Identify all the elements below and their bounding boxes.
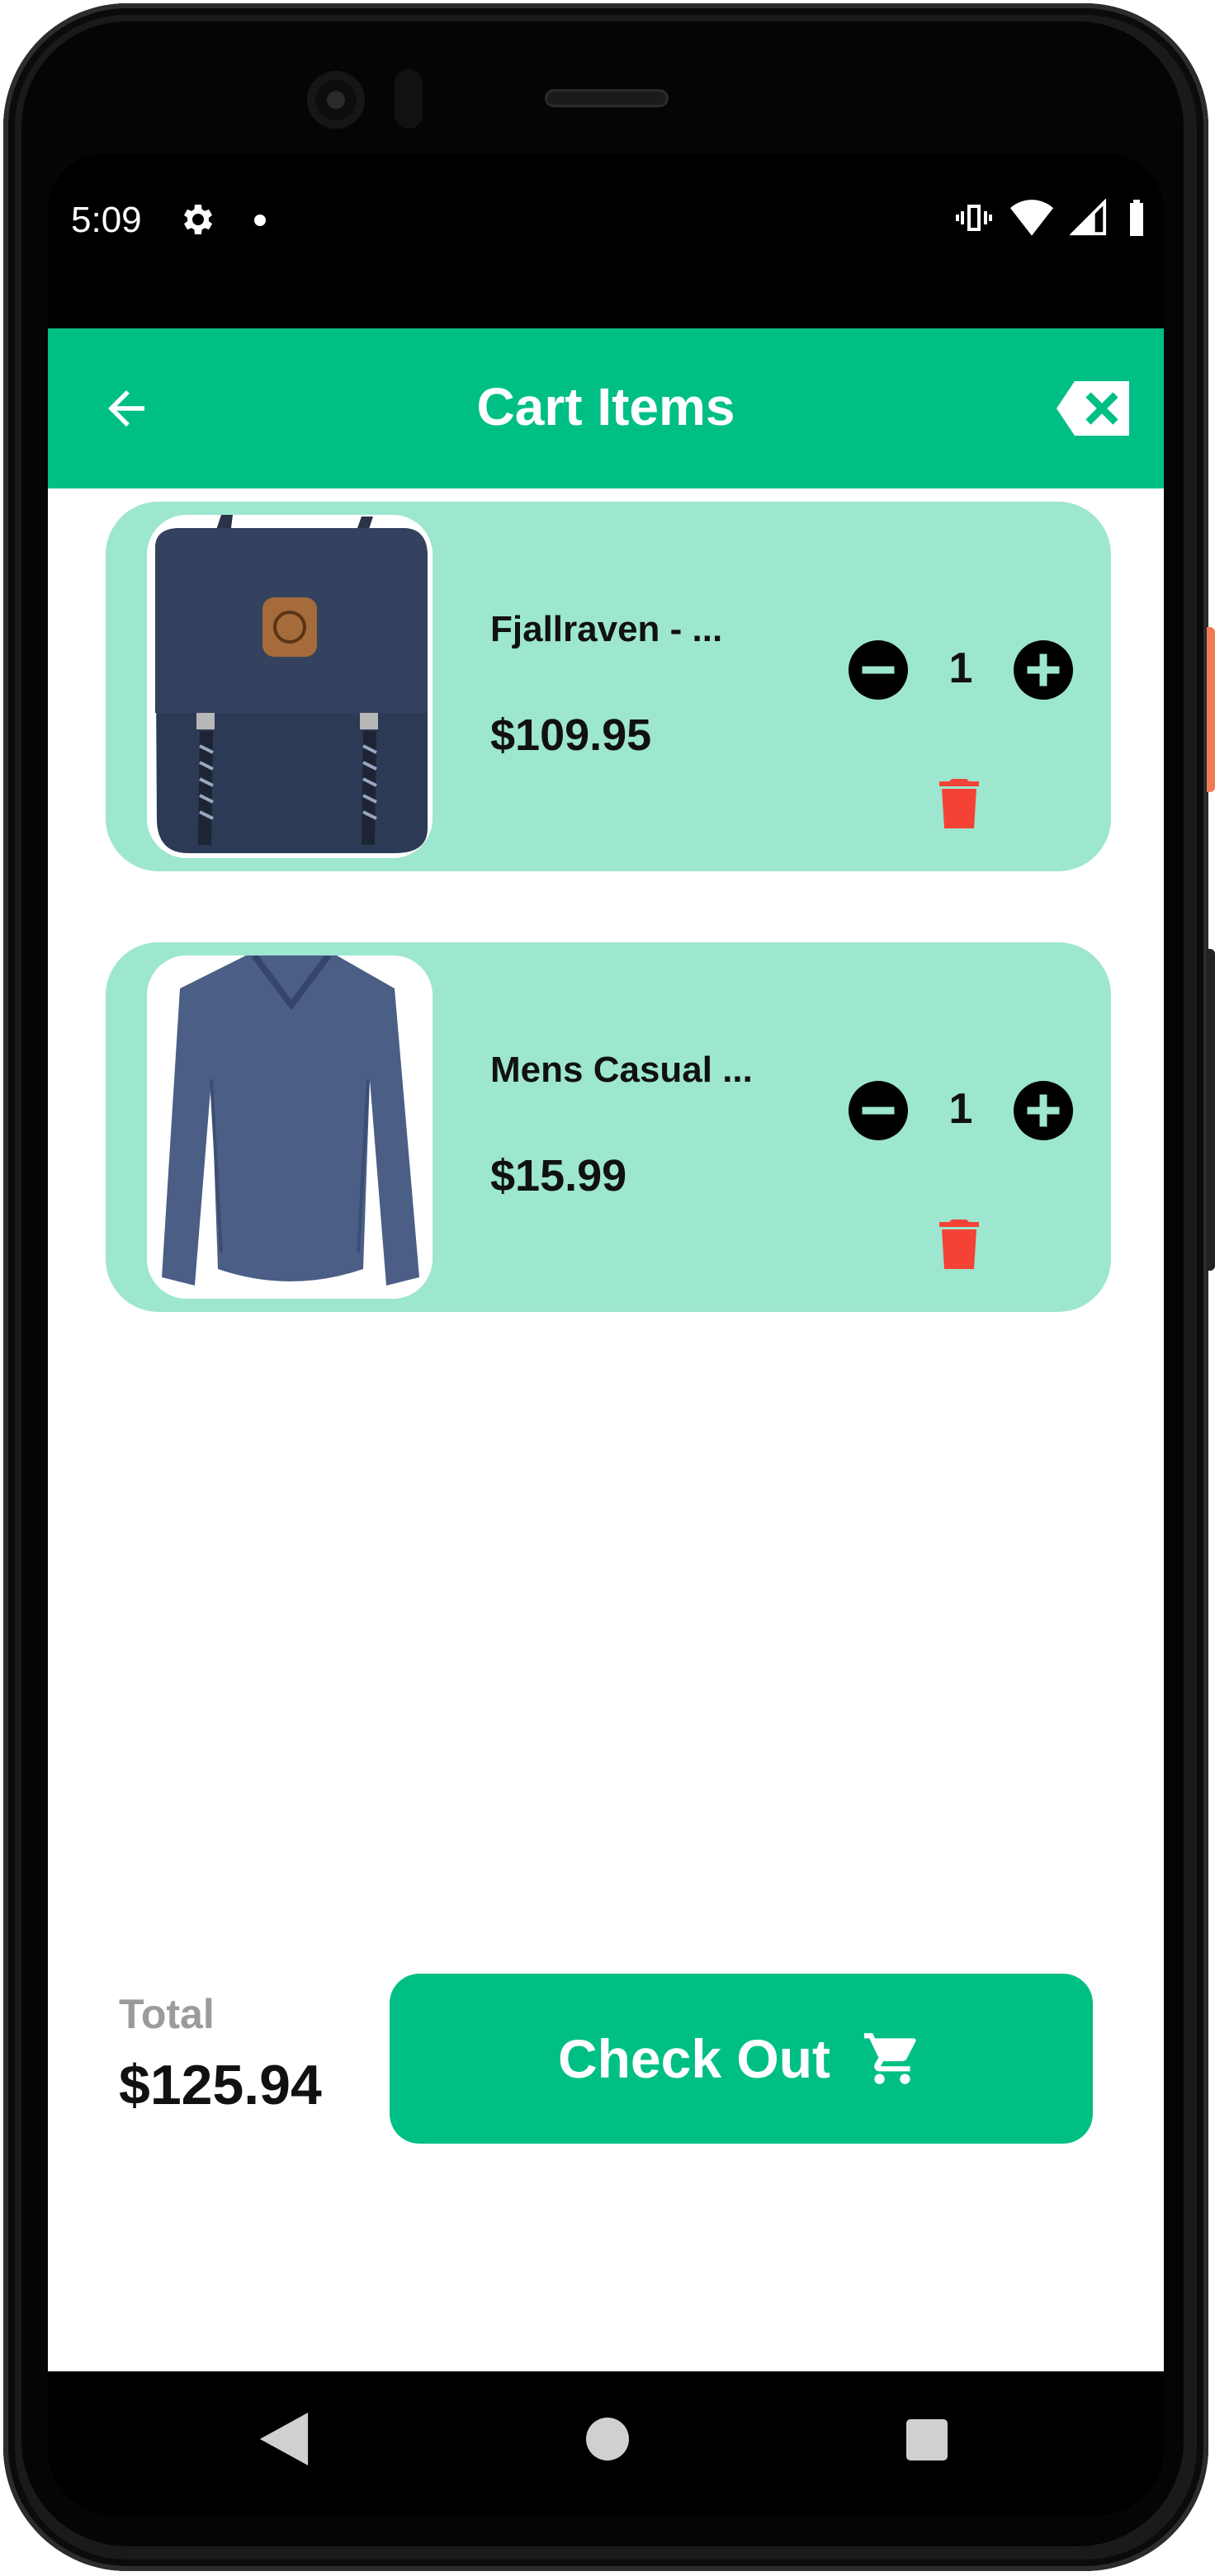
battery-icon	[1130, 200, 1143, 236]
checkout-label: Check Out	[557, 2028, 831, 2089]
vibrate-icon	[956, 205, 992, 231]
nav-home-icon[interactable]	[586, 2418, 629, 2460]
trash-icon[interactable]	[939, 779, 979, 828]
total-label: Total	[119, 1991, 215, 2037]
volume-button	[1207, 949, 1215, 1271]
wifi-icon	[1010, 200, 1053, 236]
system-nav-bar	[48, 2371, 1164, 2515]
cart-item[interactable]: Mens Casual ... $15.99 1	[106, 942, 1111, 1312]
checkout-button[interactable]: Check Out	[390, 1974, 1093, 2144]
gear-icon	[184, 205, 212, 234]
minus-circle-icon[interactable]	[849, 640, 908, 700]
trash-icon[interactable]	[939, 1220, 979, 1269]
item-price: $109.95	[490, 710, 652, 760]
front-camera	[307, 71, 365, 129]
page-title: Cart Items	[476, 377, 735, 436]
backspace-clear-icon[interactable]	[1055, 381, 1131, 436]
proximity-sensor	[395, 69, 423, 129]
total-value: $125.94	[119, 2054, 322, 2116]
screen: 5:09 Cart Items Fjallraven - ... $109.95…	[48, 153, 1164, 2515]
item-title: Mens Casual ...	[490, 1050, 753, 1090]
cart-icon	[864, 2033, 916, 2084]
notification-dot-icon	[254, 215, 266, 226]
nav-back-icon[interactable]	[259, 2413, 309, 2465]
item-price: $15.99	[490, 1151, 627, 1201]
product-image-shirt	[147, 955, 433, 1299]
phone-device: 5:09 Cart Items Fjallraven - ... $109.95…	[0, 0, 1215, 2576]
app-bar: Cart Items	[48, 328, 1164, 488]
quantity-value: 1	[948, 644, 973, 692]
status-bar: 5:09	[48, 153, 1164, 327]
minus-circle-icon[interactable]	[849, 1081, 908, 1140]
cart-item[interactable]: Fjallraven - ... $109.95 1	[106, 502, 1111, 871]
signal-icon	[1070, 199, 1107, 236]
nav-recents-icon[interactable]	[906, 2419, 948, 2460]
quantity-value: 1	[948, 1085, 973, 1133]
status-time: 5:09	[71, 200, 142, 240]
item-title: Fjallraven - ...	[490, 609, 723, 649]
earpiece-speaker	[545, 89, 669, 107]
status-icons	[954, 198, 1149, 238]
power-button	[1207, 627, 1215, 792]
plus-circle-icon[interactable]	[1014, 1081, 1073, 1140]
plus-circle-icon[interactable]	[1014, 640, 1073, 700]
product-image-backpack	[147, 515, 433, 858]
